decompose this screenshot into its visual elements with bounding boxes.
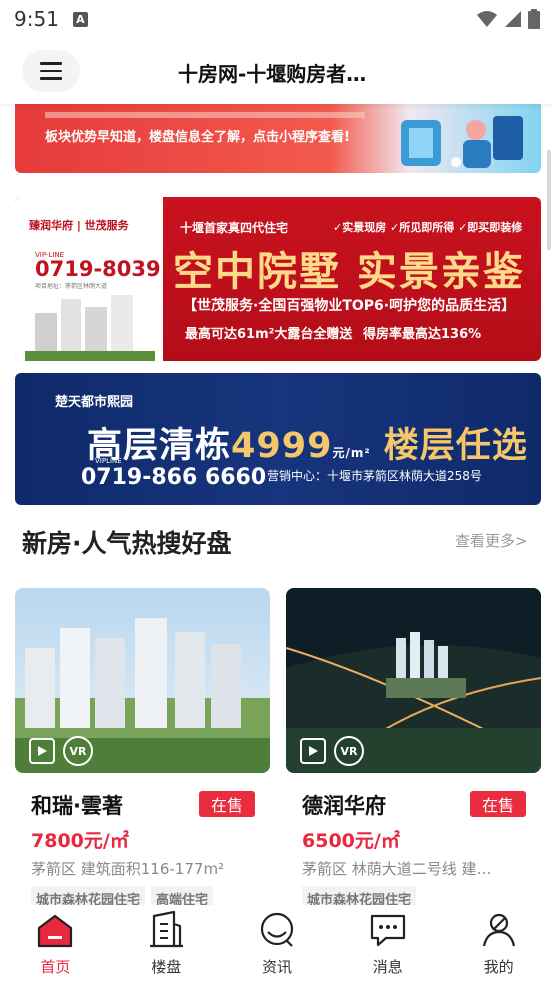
listing-photo[interactable]: VR — [15, 588, 270, 773]
tab-news[interactable]: 资讯 — [222, 905, 333, 985]
banner-subline: 【世茂服务·全国百强物业TOP6·呵护您的品质生活】 — [183, 298, 516, 314]
hamburger-line — [40, 69, 62, 73]
promo-banner-chutian[interactable]: 楚天都市熙园 高层清栋4999元/m² 楼层任选 VIPLINE 0719-86… — [15, 373, 541, 505]
bottom-tab-bar: 首页 楼盘 资讯 消息 我的 — [0, 905, 554, 985]
listing-card[interactable]: VR 和瑞·雲著 在售 7800元/㎡ 茅箭区 建筑面积116-177m² 城市… — [15, 588, 270, 908]
banner-headline-small: 十堰首家真四代住宅 — [180, 221, 289, 235]
listing-info: 茅箭区 林荫大道二号线 建… — [302, 860, 492, 878]
signal-icon — [505, 11, 521, 27]
tab-home[interactable]: 首页 — [0, 905, 111, 985]
listing-card[interactable]: VR 德润华府 在售 6500元/㎡ 茅箭区 林荫大道二号线 建… 城市森林花园… — [286, 588, 541, 908]
banner-headline: 高层清栋4999元/m² 楼层任选 — [87, 417, 528, 468]
banner-logo: 楚天都市熙园 — [55, 395, 134, 410]
play-video-icon[interactable] — [300, 738, 326, 764]
status-bar: 9:51 A — [0, 0, 554, 38]
tab-label: 首页 — [40, 958, 71, 976]
notification-icon: A — [72, 11, 88, 27]
news-icon — [260, 912, 294, 947]
headline-unit: 元/m² — [332, 446, 371, 460]
building-icon — [150, 910, 184, 948]
building-illustration — [25, 295, 155, 361]
tab-label: 资讯 — [261, 958, 292, 976]
listing-price: 6500元/㎡ — [302, 830, 400, 852]
status-badge: 在售 — [470, 791, 526, 817]
tab-messages[interactable]: 消息 — [332, 905, 443, 985]
banner-features: ✓实景现房 ✓所见即所得 ✓即买即装修 — [333, 221, 523, 234]
app-header: 十房网-十堰购房者… — [0, 38, 554, 104]
banner-address: 营销中心：十堰市茅箭区林荫大道258号 — [267, 469, 482, 483]
tab-label: 楼盘 — [151, 958, 182, 976]
banner-headline: 空中院墅 实景亲鉴 — [173, 248, 525, 295]
promo-banner-mini-program[interactable]: 板块优势早知道，楼盘信息全了解，点击小程序查看! — [15, 104, 541, 173]
page-title: 十房网-十堰购房者… — [178, 62, 367, 86]
headline-price: 4999 — [231, 426, 333, 466]
banner-caption: 板块优势早知道，楼盘信息全了解，点击小程序查看! — [45, 130, 350, 145]
promo-banner-zhenrun[interactable]: 臻润华府 | 世茂服务 VIP-LINE 0719-8039 888 项目地址：… — [15, 197, 541, 361]
listing-price: 7800元/㎡ — [31, 830, 129, 852]
menu-button[interactable] — [22, 50, 80, 92]
play-video-icon[interactable] — [29, 738, 55, 764]
status-icons — [476, 9, 540, 29]
vip-label: VIPLINE — [95, 457, 122, 465]
section-title: 新房·人气热搜好盘 — [22, 529, 232, 558]
listing-name: 德润华府 — [302, 794, 386, 818]
banner-logo: 臻润华府 | 世茂服务 — [29, 219, 129, 232]
listing-name: 和瑞·雲著 — [31, 794, 123, 818]
vr-tour-icon[interactable]: VR — [63, 736, 93, 766]
status-badge: 在售 — [199, 791, 255, 817]
banner-address: 项目地址：茅箭区林荫大道 — [35, 283, 108, 290]
banner-footer-right: 得房率最高达136% — [363, 327, 482, 342]
see-more-link[interactable]: 查看更多> — [455, 530, 528, 551]
profile-icon — [482, 913, 515, 947]
hamburger-line — [40, 77, 62, 80]
listing-info: 茅箭区 建筑面积116-177m² — [31, 860, 225, 878]
status-time: 9:51 — [14, 7, 59, 31]
battery-icon — [528, 9, 540, 29]
wifi-icon — [477, 11, 497, 27]
banner-footer-left: 最高可达61m²大露台全赠送 — [185, 327, 353, 342]
scrollbar[interactable] — [547, 150, 551, 250]
tab-label: 我的 — [483, 958, 514, 976]
hamburger-icon — [40, 62, 62, 65]
banner-heading-decoration — [45, 104, 365, 118]
tab-profile[interactable]: 我的 — [443, 905, 554, 985]
tab-label: 消息 — [372, 958, 403, 976]
listing-photo[interactable]: VR — [286, 588, 541, 773]
banner-illustration — [401, 116, 523, 168]
home-icon — [38, 914, 73, 948]
tab-buildings[interactable]: 楼盘 — [111, 905, 222, 985]
banner-phone: 0719-866 6660 — [81, 465, 267, 490]
message-icon — [370, 914, 405, 947]
vr-tour-icon[interactable]: VR — [334, 736, 364, 766]
headline-part-b: 楼层任选 — [383, 426, 528, 466]
